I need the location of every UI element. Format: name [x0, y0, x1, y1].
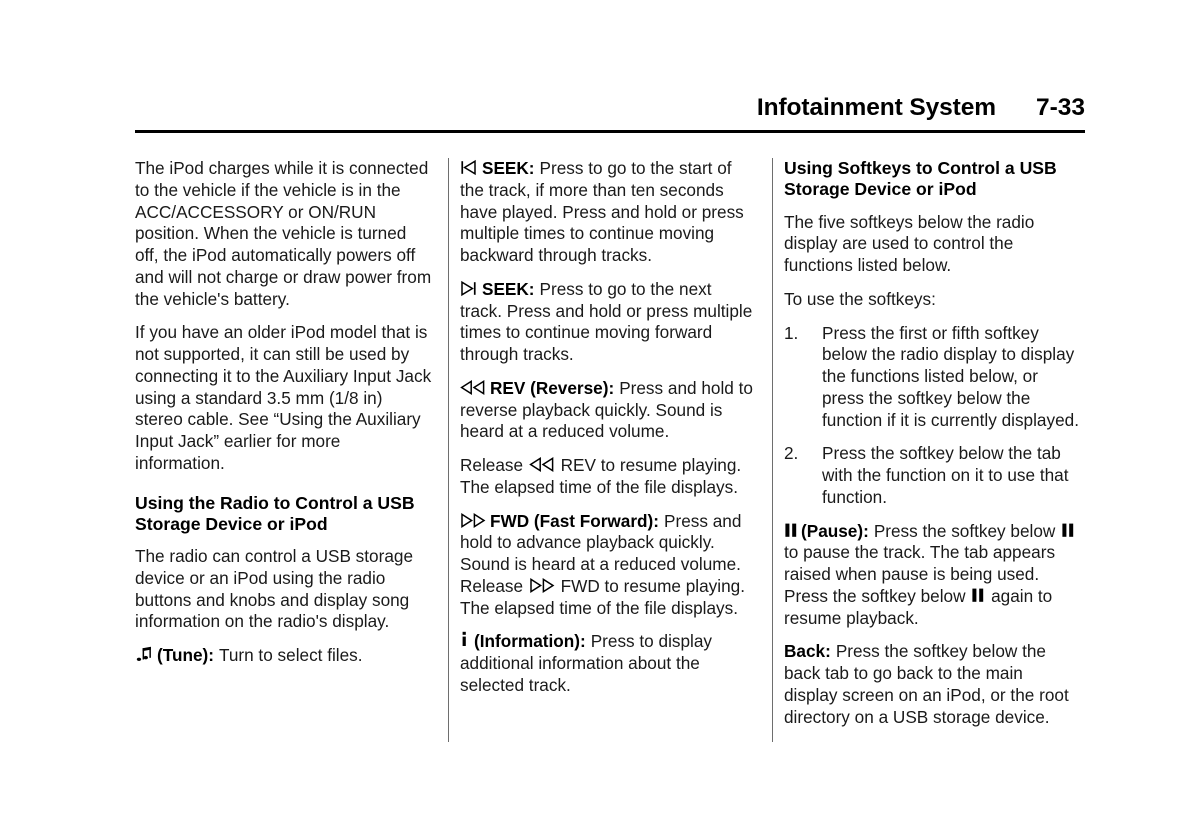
seek-backward-term: SEEK:	[482, 158, 535, 178]
entry-rev-release: Release REV to resume playing. The elaps…	[460, 455, 757, 499]
paragraph-ipod-charges: The iPod charges while it is connected t…	[135, 158, 432, 309]
heading-using-softkeys: Using Softkeys to Control a USB Storage …	[784, 158, 1057, 200]
tune-term: (Tune):	[157, 645, 214, 666]
pause-icon	[784, 522, 798, 539]
column-3: Using Softkeys to Control a USB Storage …	[784, 158, 1081, 728]
paragraph-older-ipod: If you have an older iPod model that is …	[135, 322, 432, 473]
fast-forward-icon	[529, 577, 555, 594]
column-1: The iPod charges while it is connected t…	[135, 158, 432, 667]
step-number: 1.	[784, 322, 799, 343]
information-term: (Information):	[474, 631, 586, 652]
step-text: Press the first or fifth softkey below t…	[822, 322, 1079, 430]
content-columns: The iPod charges while it is connected t…	[135, 158, 1085, 758]
step-text: Press the softkey below the tab with the…	[822, 443, 1069, 507]
pause-term: (Pause):	[801, 520, 869, 541]
entry-rev: REV (Reverse): Press and hold to reverse …	[460, 378, 757, 443]
paragraph-five-softkeys: The five softkeys below the radio displa…	[784, 211, 1035, 276]
column-2: SEEK: Press to go to the start of the tra…	[460, 158, 757, 697]
entry-tune: (Tune): Turn to select files.	[135, 645, 432, 667]
entry-seek-forward: SEEK: Press to go to the next track. Pres…	[460, 279, 757, 366]
entry-fwd: FWD (Fast Forward): Press and hold to adv…	[460, 511, 757, 620]
entry-pause: (Pause): Press the softkey below to pause…	[784, 521, 1081, 630]
information-icon	[460, 631, 469, 648]
rev-release-before: Release	[460, 455, 524, 475]
heading-using-radio-to-control: Using the Radio to Control a USB Storage…	[135, 492, 415, 534]
header-rule	[135, 130, 1085, 133]
list-item: 2. Press the softkey below the tab with …	[784, 443, 1081, 508]
seek-forward-term: SEEK:	[482, 278, 535, 299]
pause-text-part1: Press the softkey below	[873, 520, 1056, 541]
list-item: 1. Press the first or fifth softkey belo…	[784, 323, 1081, 432]
pause-icon	[1061, 522, 1075, 539]
pause-icon	[971, 587, 985, 604]
rev-term: REV (Reverse):	[490, 377, 615, 398]
page-header: Infotainment System 7-33	[135, 94, 1085, 132]
page-title: Infotainment System	[756, 94, 996, 121]
rewind-icon	[460, 379, 486, 396]
softkey-steps-list: 1. Press the first or fifth softkey belo…	[784, 323, 1081, 509]
rewind-icon	[529, 456, 555, 473]
manual-page: Infotainment System 7-33 The iPod charge…	[0, 0, 1200, 840]
skip-next-icon	[460, 280, 477, 297]
fast-forward-icon	[460, 512, 486, 529]
entry-information: (Information): Press to display additiona…	[460, 631, 757, 696]
step-number: 2.	[784, 443, 799, 464]
paragraph-to-use-softkeys: To use the softkeys:	[784, 288, 936, 309]
page-number: 7-33	[1035, 94, 1085, 121]
music-note-icon	[135, 645, 154, 664]
tune-text: Turn to select files.	[218, 645, 363, 666]
entry-back: Back: Press the softkey below the back ta…	[784, 641, 1081, 728]
paragraph-radio-can-control: The radio can control a USB storage devi…	[135, 546, 414, 632]
back-term: Back:	[784, 641, 831, 662]
skip-previous-icon	[460, 159, 477, 176]
entry-seek-backward: SEEK: Press to go to the start of the tra…	[460, 158, 757, 267]
fwd-term: FWD (Fast Forward):	[490, 510, 659, 531]
